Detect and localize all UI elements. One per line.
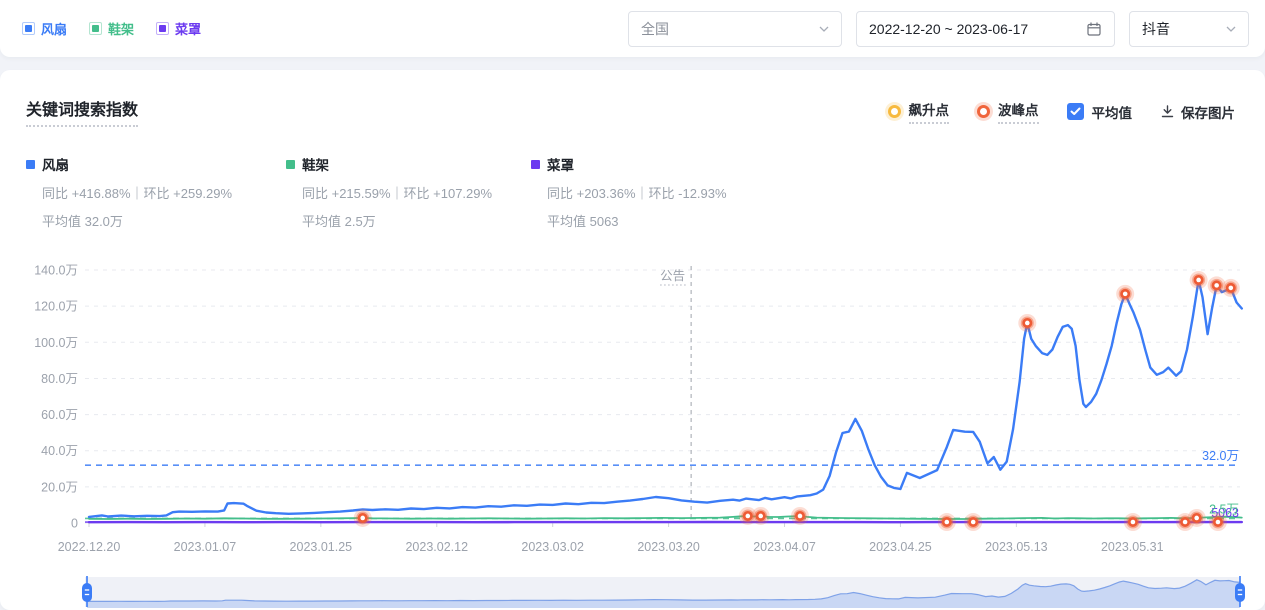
save-image-label: 保存图片	[1181, 102, 1235, 122]
legend-checkbox-icon	[22, 22, 35, 35]
peak-point-label: 波峰点	[998, 99, 1039, 124]
legend-checkbox-icon	[89, 22, 102, 35]
surge-point-icon	[888, 105, 901, 118]
stat-yoy-mom: 同比 +416.88%｜环比 +259.29%	[26, 183, 286, 202]
checkbox-checked-icon	[1067, 103, 1084, 120]
peak-point-icon	[977, 105, 990, 118]
stat-average: 平均值 2.5万	[286, 211, 531, 230]
stat-yoy-mom: 同比 +215.59%｜环比 +107.29%	[286, 183, 531, 202]
stat-average: 平均值 32.0万	[26, 211, 286, 230]
stat-yoy-mom: 同比 +203.36%｜环比 -12.93%	[531, 183, 727, 202]
chevron-down-icon	[1226, 26, 1236, 32]
toolbar-controls: 全国 2022-12-20 ~ 2023-06-17 抖音	[628, 11, 1249, 47]
date-range-value: 2022-12-20 ~ 2023-06-17	[869, 21, 1028, 37]
platform-select-value: 抖音	[1142, 19, 1170, 39]
platform-select[interactable]: 抖音	[1129, 11, 1249, 47]
legend-checkbox-icon	[156, 22, 169, 35]
legend-item-label: 鞋架	[108, 19, 134, 38]
stat-keyword: 风扇	[26, 154, 286, 174]
download-icon	[1160, 104, 1175, 119]
surge-point-label: 飙升点	[909, 99, 950, 124]
stat-keyword: 鞋架	[286, 154, 531, 174]
series-color-icon	[286, 160, 295, 169]
stat-card-1: 风扇同比 +416.88%｜环比 +259.29% 平均值 32.0万	[26, 154, 286, 230]
date-range-picker[interactable]: 2022-12-20 ~ 2023-06-17	[856, 11, 1115, 47]
chart-controls: 飙升点 波峰点 平均值 保存图片	[888, 99, 1236, 124]
search-index-panel: 关键词搜索指数 飙升点 波峰点 平均值 保存图片	[0, 70, 1265, 610]
region-select[interactable]: 全国	[628, 11, 842, 47]
average-checkbox[interactable]: 平均值	[1067, 102, 1133, 122]
keyword-stats: 风扇同比 +416.88%｜环比 +259.29%平均值 32.0万鞋架同比 +…	[0, 154, 1265, 230]
chevron-down-icon	[819, 26, 829, 32]
calendar-icon	[1086, 21, 1102, 37]
keyword-legend: 风扇 鞋架 菜罩	[22, 19, 201, 38]
top-toolbar: 风扇 鞋架 菜罩 全国 2022-12-20 ~ 2023-06-17 抖音	[0, 0, 1265, 57]
stat-average: 平均值 5063	[531, 211, 727, 230]
legend-item-3[interactable]: 菜罩	[156, 19, 201, 38]
stat-card-2: 鞋架同比 +215.59%｜环比 +107.29% 平均值 2.5万	[286, 154, 531, 230]
series-color-icon	[26, 160, 35, 169]
stat-card-3: 菜罩同比 +203.36%｜环比 -12.93% 平均值 5063	[531, 154, 727, 230]
surge-point-toggle[interactable]: 飙升点	[888, 99, 950, 124]
legend-item-2[interactable]: 鞋架	[89, 19, 134, 38]
peak-point-toggle[interactable]: 波峰点	[977, 99, 1039, 124]
average-label: 平均值	[1092, 102, 1133, 122]
legend-item-1[interactable]: 风扇	[22, 19, 67, 38]
legend-item-label: 菜罩	[175, 19, 201, 38]
series-color-icon	[531, 160, 540, 169]
region-select-value: 全国	[641, 19, 669, 39]
save-image-button[interactable]: 保存图片	[1160, 102, 1235, 122]
stat-keyword: 菜罩	[531, 154, 727, 174]
page-title: 关键词搜索指数	[26, 96, 138, 127]
legend-item-label: 风扇	[41, 19, 67, 38]
